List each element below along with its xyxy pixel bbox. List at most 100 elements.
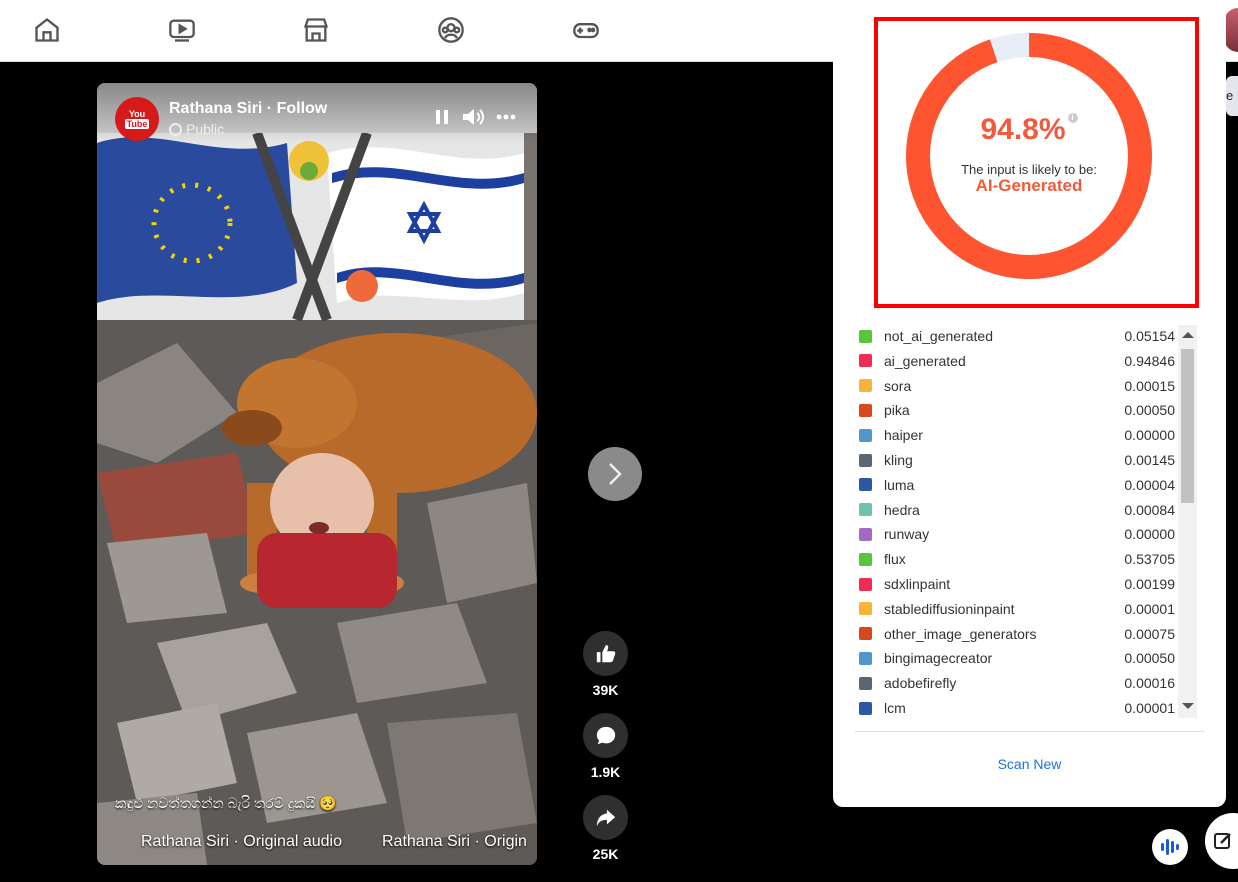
list-item: kling 0.00145: [855, 448, 1175, 472]
audio-label-1[interactable]: Rathana Siri · Original audio: [141, 833, 342, 851]
like-button[interactable]: [583, 631, 628, 676]
list-item: stablediffusioninpaint 0.00001: [855, 597, 1175, 621]
list-item: runway 0.00000: [855, 522, 1175, 546]
model-score: 0.00001: [1124, 600, 1175, 617]
color-swatch: [859, 577, 872, 591]
model-name: haiper: [884, 427, 923, 444]
color-swatch: [859, 453, 872, 467]
color-swatch: [859, 503, 872, 517]
like-action: 39K: [583, 631, 628, 698]
model-name: hedra: [884, 501, 920, 518]
side-button-peek[interactable]: e: [1226, 76, 1238, 116]
divider: [855, 731, 1205, 732]
model-score: 0.00000: [1124, 427, 1175, 444]
scroll-down-icon[interactable]: [1182, 703, 1194, 709]
more-icon: [496, 114, 516, 120]
list-item: pika 0.00050: [855, 398, 1175, 422]
gaming-icon[interactable]: [570, 14, 602, 46]
video-header: You Tube Rathana Siri · Follow Public: [97, 83, 537, 143]
model-score: 0.00015: [1124, 377, 1175, 394]
color-swatch: [859, 428, 872, 442]
model-score: 0.00199: [1124, 576, 1175, 592]
marketplace-icon[interactable]: [300, 14, 332, 46]
list-item: sdxlinpaint 0.00199: [855, 572, 1175, 596]
video-caption: කඳුළු නවත්තගන්න බැරි තරම් දුකයි 🥺: [115, 795, 337, 811]
volume-icon: [463, 109, 484, 125]
list-item: ai_generated 0.94846: [855, 349, 1175, 373]
pause-button[interactable]: [430, 105, 454, 129]
color-swatch: [859, 651, 872, 665]
model-score: 0.00000: [1124, 526, 1175, 543]
list-item: hedra 0.00084: [855, 498, 1175, 522]
share-action: 25K: [583, 795, 628, 862]
likely-label: The input is likely to be:: [961, 162, 1097, 177]
comment-action: 1.9K: [583, 713, 628, 780]
model-name: adobefirefly: [884, 675, 957, 692]
like-count: 39K: [592, 682, 619, 698]
color-swatch: [859, 701, 872, 715]
list-item: haiper 0.00000: [855, 423, 1175, 447]
comment-icon: [596, 726, 615, 744]
model-score: 0.00145: [1124, 452, 1175, 468]
color-swatch: [859, 379, 872, 393]
edit-icon: [1214, 833, 1231, 849]
scroll-up-icon[interactable]: [1182, 332, 1194, 338]
model-score: 0.00016: [1124, 675, 1175, 692]
home-icon[interactable]: [31, 14, 63, 46]
channel-name-follow[interactable]: Rathana Siri · Follow: [169, 100, 327, 118]
more-options-button[interactable]: [494, 105, 518, 129]
color-swatch: [859, 552, 872, 566]
model-score: 0.00084: [1124, 501, 1175, 518]
list-item: luma 0.00004: [855, 473, 1175, 497]
globe-icon: [169, 122, 182, 136]
model-score: 0.00001: [1124, 700, 1175, 716]
color-swatch: [859, 527, 872, 541]
model-name: kling: [884, 452, 913, 468]
list-item: not_ai_generated 0.05154: [855, 324, 1175, 348]
color-swatch: [859, 354, 872, 368]
model-name: lcm: [884, 700, 906, 716]
audio-label-2[interactable]: Rathana Siri · Origin: [382, 833, 527, 851]
privacy-indicator: Public: [169, 121, 224, 137]
share-icon: [596, 809, 615, 826]
thumbs-up-icon: [596, 644, 615, 662]
audio-wave-button[interactable]: [1152, 829, 1188, 865]
share-count: 25K: [592, 846, 619, 862]
volume-button[interactable]: [461, 105, 485, 129]
model-score: 0.05154: [1124, 328, 1175, 344]
scroll-thumb[interactable]: [1181, 349, 1194, 503]
color-swatch: [859, 403, 872, 417]
audio-wave-icon: [1161, 839, 1179, 855]
model-score: 0.53705: [1124, 551, 1175, 568]
model-name: other_image_generators: [884, 625, 1037, 642]
color-swatch: [859, 478, 872, 492]
model-scores-list[interactable]: not_ai_generated 0.05154 ai_generated 0.948…: [855, 324, 1175, 720]
color-swatch: [859, 627, 872, 641]
video-player[interactable]: You Tube Rathana Siri · Follow Public කඳ…: [97, 83, 537, 865]
probability-donut-chart: [906, 33, 1152, 279]
color-swatch: [859, 602, 872, 616]
info-icon[interactable]: i: [1067, 113, 1078, 123]
ai-detector-panel: 94.8% i The input is likely to be: AI-Gen…: [833, 0, 1226, 807]
groups-icon[interactable]: [435, 14, 467, 46]
model-name: pika: [884, 402, 910, 419]
video-icon[interactable]: [166, 14, 198, 46]
new-message-button[interactable]: [1205, 813, 1238, 869]
share-button[interactable]: [583, 795, 628, 840]
model-name: flux: [884, 551, 906, 568]
comment-button[interactable]: [583, 713, 628, 758]
list-scrollbar[interactable]: [1178, 325, 1197, 718]
model-score: 0.00050: [1124, 650, 1175, 667]
avatar[interactable]: [1224, 8, 1238, 52]
model-name: luma: [884, 476, 915, 493]
model-score: 0.00075: [1124, 625, 1175, 642]
next-video-button[interactable]: [588, 447, 642, 501]
color-swatch: [859, 676, 872, 690]
comment-count: 1.9K: [590, 764, 621, 780]
model-score: 0.94846: [1124, 352, 1175, 369]
scan-new-button[interactable]: Scan New: [833, 756, 1226, 772]
channel-avatar[interactable]: You Tube: [115, 97, 159, 141]
pause-icon: [436, 110, 448, 124]
list-item: lcm 0.00001: [855, 696, 1175, 720]
logo-text-bottom: Tube: [124, 119, 150, 129]
